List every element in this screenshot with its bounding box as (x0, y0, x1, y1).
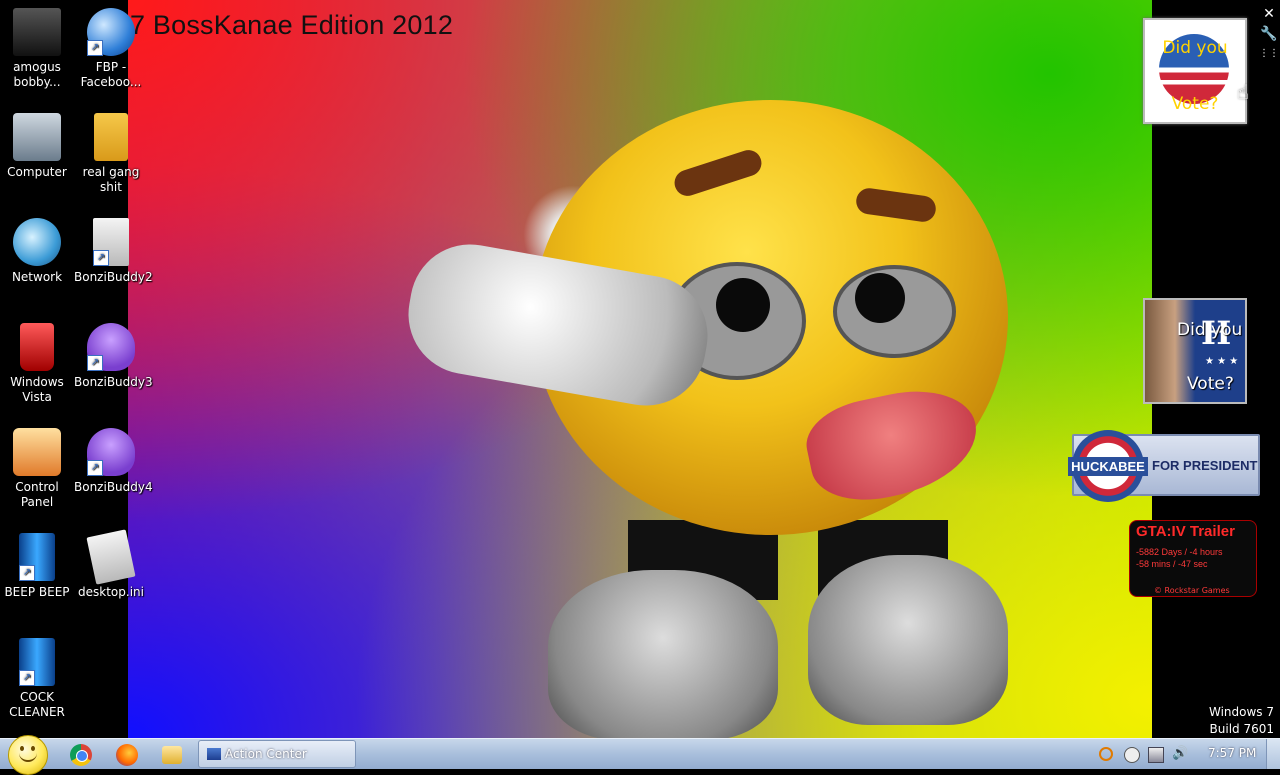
desktop-icon-control-panel[interactable]: Control Panel (0, 428, 74, 510)
network-tray-icon[interactable] (1148, 747, 1164, 763)
desktop-icon-real-gang-shit[interactable]: real gang shit (74, 113, 148, 195)
desktop-icon-label: Computer (7, 165, 67, 179)
mouse-cursor-icon: ☝ (1237, 80, 1250, 104)
huckabee-tagline: FOR PRESIDENT (1152, 458, 1258, 473)
recycle-bin-icon (20, 323, 54, 371)
network-icon (13, 218, 61, 266)
watermark-line1: Windows 7 (1208, 705, 1274, 719)
desktop-icon-label: desktop.ini (78, 585, 144, 599)
settings-file-icon (86, 529, 136, 585)
desktop-icon-label: BEEP BEEP (4, 585, 70, 599)
smiley-tray-icon[interactable] (1124, 747, 1140, 763)
desktop-icon-computer[interactable]: Computer (0, 113, 74, 180)
desktop-icon-fbp-facebook[interactable]: ↗ FBP - Faceboo... (74, 8, 148, 90)
shortcut-arrow-icon: ↗ (19, 565, 35, 581)
desktop-icon-label: amogus bobby... (13, 60, 61, 89)
taskbar-clock[interactable]: 7:57 PM (1208, 746, 1256, 760)
desktop-icon-label: real gang shit (82, 165, 140, 194)
flag-icon (207, 748, 221, 760)
folder-icon (94, 113, 128, 161)
desktop-icon-bonzibuddy2[interactable]: ↗ BonziBuddy2 (74, 218, 153, 285)
watermark-line2: Build 7601 (1209, 722, 1274, 736)
bonzi-icon: ↗ (87, 428, 135, 476)
search-icon[interactable] (1099, 747, 1113, 761)
hillary-vote-gadget[interactable]: H Did you Vote? ★ ★ ★ (1143, 298, 1247, 404)
start-button[interactable] (8, 735, 48, 775)
desktop-icon-label: FBP - Faceboo... (80, 60, 142, 89)
blue-file-icon: ↗ (19, 533, 55, 581)
shortcut-arrow-icon: ↗ (87, 355, 103, 371)
wallpaper-title: 7 BossKanae Edition 2012 (130, 10, 454, 40)
gadget-text-line1: Did you (1177, 320, 1243, 340)
wrench-icon[interactable]: 🔧 (1259, 24, 1279, 44)
obama-vote-gadget[interactable]: Did you Vote? (1143, 18, 1247, 124)
shortcut-arrow-icon: ↗ (87, 460, 103, 476)
desktop-icon-cock-cleaner[interactable]: ↗ COCK CLEANER (0, 638, 74, 720)
explorer-folder-icon[interactable] (162, 746, 182, 764)
desktop-icon-desktop-ini[interactable]: desktop.ini (74, 529, 148, 600)
gta-countdown-mins: -58 mins / -47 sec (1136, 559, 1208, 569)
gadget-text-line1: Did you (1162, 38, 1228, 58)
huckabee-gadget[interactable]: HUCKABEE FOR PRESIDENT (1068, 430, 1260, 502)
close-icon[interactable]: ✕ (1259, 4, 1279, 24)
desktop-icon-label: COCK CLEANER (9, 690, 65, 719)
control-panel-icon (13, 428, 61, 476)
taskbar: Action Center 🔊 7:57 PM (0, 735, 1280, 775)
desktop-icon-label: Network (11, 270, 63, 284)
blue-file-icon: ↗ (19, 638, 55, 686)
smiley-left-shoe (548, 570, 778, 738)
shortcut-arrow-icon: ↗ (87, 40, 103, 56)
desktop-icon-bonzibuddy3[interactable]: ↗ BonziBuddy3 (74, 323, 153, 390)
desktop-wallpaper (128, 0, 1152, 738)
task-button-label: Action Center (225, 747, 307, 761)
folder-figure-icon (13, 8, 61, 56)
document-icon: ↗ (93, 218, 129, 266)
gadget-text-line2: Vote? (1171, 94, 1219, 114)
gta-title: GTA:IV Trailer (1136, 523, 1235, 540)
desktop-icon-network[interactable]: Network (0, 218, 74, 285)
desktop-icon-recycle-bin[interactable]: Windows Vista (0, 323, 74, 405)
stars-icon: ★ ★ ★ (1205, 356, 1239, 367)
desktop-icon-label: Windows Vista (10, 375, 64, 404)
shortcut-arrow-icon: ↗ (93, 250, 109, 266)
task-button-action-center[interactable]: Action Center (198, 740, 356, 768)
smiley-right-eye (833, 265, 956, 358)
desktop-icon-label: BonziBuddy3 (74, 375, 153, 389)
show-desktop-button[interactable] (1266, 739, 1280, 769)
volume-icon[interactable]: 🔊 (1172, 747, 1188, 761)
gta-countdown-days: -5882 Days / -4 hours (1136, 547, 1223, 557)
gta-countdown-gadget[interactable]: GTA:IV Trailer -5882 Days / -4 hours -58… (1129, 520, 1257, 597)
smile-mouth (19, 750, 37, 762)
desktop-icon-label: BonziBuddy4 (74, 480, 153, 494)
drag-handle-icon[interactable]: ⋮⋮ (1259, 44, 1279, 64)
desktop-icon-label: BonziBuddy2 (74, 270, 153, 284)
chrome-icon[interactable] (70, 744, 92, 766)
shortcut-arrow-icon: ↗ (19, 670, 35, 686)
globe-icon: ↗ (87, 8, 135, 56)
huckabee-name: HUCKABEE (1068, 456, 1148, 476)
gadget-text-line2: Vote? (1187, 374, 1234, 394)
desktop-icon-amogus[interactable]: amogus bobby... (0, 8, 74, 90)
huckabee-seal: HUCKABEE (1068, 430, 1148, 502)
desktop-icon-beep-beep[interactable]: ↗ BEEP BEEP (0, 533, 74, 600)
bonzi-icon: ↗ (87, 323, 135, 371)
gta-copyright: © Rockstar Games (1154, 586, 1230, 595)
firefox-icon[interactable] (116, 744, 138, 766)
computer-icon (13, 113, 61, 161)
gadget-controls: ✕ 🔧 ⋮⋮ (1259, 4, 1279, 64)
desktop-icon-label: Control Panel (15, 480, 59, 509)
desktop-icon-bonzibuddy4[interactable]: ↗ BonziBuddy4 (74, 428, 153, 495)
windows-build-watermark: Windows 7 Build 7601 (1209, 704, 1274, 738)
smiley-right-shoe (808, 555, 1008, 725)
